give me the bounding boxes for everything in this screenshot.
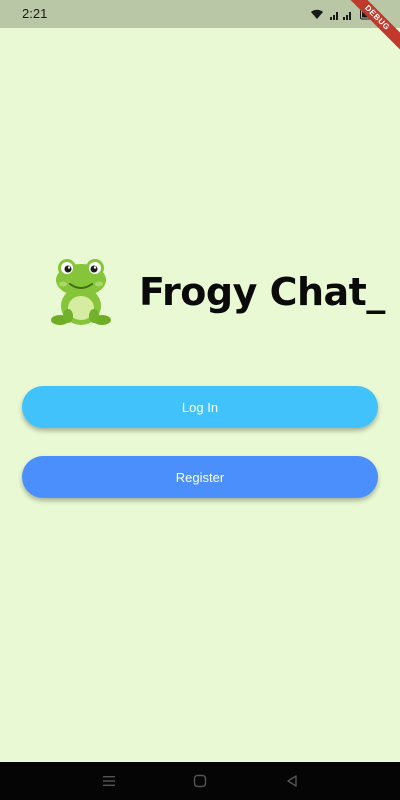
menu-icon[interactable]	[101, 774, 117, 788]
wifi-icon	[310, 7, 324, 25]
status-time: 2:21	[22, 6, 48, 21]
back-icon[interactable]	[284, 774, 300, 788]
register-button[interactable]: Register	[22, 456, 378, 498]
home-icon[interactable]	[192, 774, 208, 788]
status-icons	[310, 7, 380, 25]
signal-icon	[330, 7, 354, 25]
frog-logo	[51, 259, 111, 325]
battery-icon	[360, 7, 380, 25]
status-bar: 2:21	[0, 0, 400, 28]
app-title: Frogy Chat_	[139, 270, 385, 314]
brand-header: Frogy Chat_	[50, 252, 385, 332]
login-button[interactable]: Log In	[22, 386, 378, 428]
navigation-bar	[0, 762, 400, 800]
